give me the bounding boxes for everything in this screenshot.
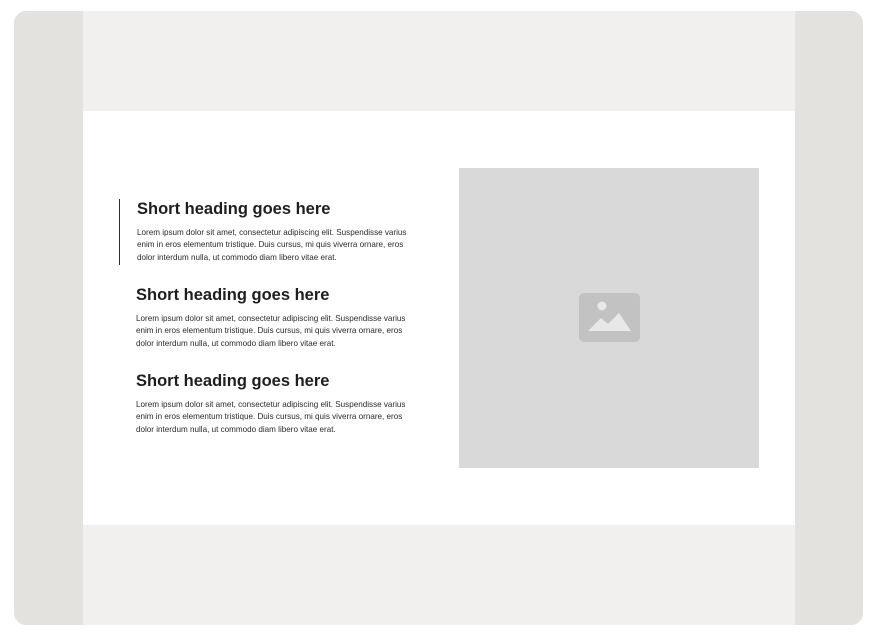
feature-tab-2[interactable]: Short heading goes here Lorem ipsum dolo… <box>119 285 419 351</box>
feature-tab-3[interactable]: Short heading goes here Lorem ipsum dolo… <box>119 371 419 437</box>
feature-body: Lorem ipsum dolor sit amet, consectetur … <box>136 400 406 434</box>
page-canvas: Short heading goes here Lorem ipsum dolo… <box>83 11 795 625</box>
feature-heading: Short heading goes here <box>136 286 330 304</box>
feature-body: Lorem ipsum dolor sit amet, consectetur … <box>136 314 406 348</box>
browser-frame: Short heading goes here Lorem ipsum dolo… <box>14 11 863 625</box>
feature-tab-1[interactable]: Short heading goes here Lorem ipsum dolo… <box>119 199 419 265</box>
image-placeholder <box>459 168 759 468</box>
feature-heading: Short heading goes here <box>136 372 330 390</box>
feature-tabs-section: Short heading goes here Lorem ipsum dolo… <box>83 111 795 525</box>
image-placeholder-icon <box>579 293 640 342</box>
feature-heading: Short heading goes here <box>137 200 331 218</box>
feature-body: Lorem ipsum dolor sit amet, consectetur … <box>137 228 407 262</box>
